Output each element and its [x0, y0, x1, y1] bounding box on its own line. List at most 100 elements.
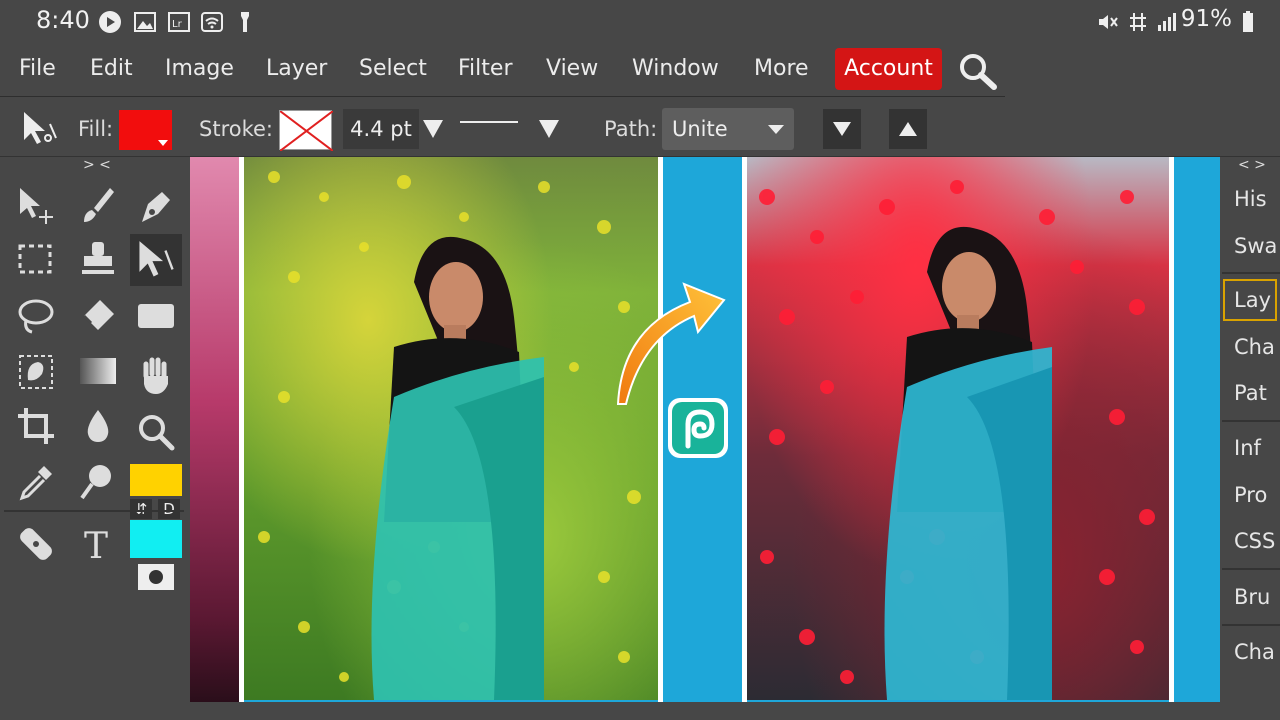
panel-separator [1222, 272, 1280, 274]
default-colors-button[interactable]: D [158, 499, 180, 519]
panel-separator [1222, 568, 1280, 570]
dodge-icon [80, 465, 111, 500]
foreground-color-swatch[interactable] [130, 464, 182, 496]
photo-after [747, 157, 1169, 700]
account-button[interactable]: Account [835, 48, 942, 90]
eraser-tool[interactable] [76, 294, 120, 338]
blur-tool[interactable] [76, 404, 120, 448]
zoom-tool[interactable] [134, 410, 178, 454]
triangle-up-icon [899, 122, 917, 136]
panel-tab-swatches[interactable]: Swa [1234, 234, 1277, 258]
panel-separator [1222, 420, 1280, 422]
menu-view[interactable]: View [546, 56, 598, 81]
dodge-tool[interactable] [76, 460, 120, 504]
photopea-logo-icon [668, 398, 728, 458]
stroke-label: Stroke: [199, 117, 273, 141]
status-time: 8:40 [36, 6, 90, 34]
panel-tab-layers[interactable]: Lay [1234, 288, 1271, 312]
right-panel-collapse[interactable]: < > [1238, 157, 1266, 173]
direct-select-tool[interactable] [130, 234, 182, 286]
brush-icon [84, 188, 114, 222]
pen-tool[interactable] [134, 184, 178, 228]
path-mode-value: Unite [672, 117, 728, 141]
battery-percent: 91% [1180, 6, 1232, 32]
battery-icon [1243, 11, 1253, 32]
stamp-tool[interactable] [76, 238, 120, 282]
stroke-width-dropdown-icon[interactable] [423, 120, 443, 138]
canvas-divider [1169, 157, 1174, 702]
panel-tab-channels[interactable]: Cha [1234, 335, 1275, 359]
swap-colors-button[interactable]: ⇵ [130, 499, 152, 519]
eyedropper-tool[interactable] [14, 460, 58, 504]
brush-tool[interactable] [76, 184, 120, 228]
stroke-style-dropdown-icon[interactable] [539, 120, 559, 138]
move-down-button[interactable] [823, 109, 861, 149]
text-tool[interactable]: T [76, 522, 120, 567]
fill-color-swatch[interactable] [119, 110, 172, 150]
quick-mask-button[interactable] [138, 564, 174, 590]
triangle-down-icon [833, 122, 851, 136]
mute-icon [1099, 15, 1118, 29]
menu-filter[interactable]: Filter [458, 56, 512, 81]
flashlight-icon [241, 12, 249, 32]
menu-layer[interactable]: Layer [266, 56, 327, 81]
menu-image[interactable]: Image [165, 56, 234, 81]
menu-window[interactable]: Window [632, 56, 719, 81]
panel-tab-info[interactable]: Inf [1234, 436, 1261, 460]
lasso-icon [18, 299, 54, 334]
fill-label: Fill: [78, 117, 114, 141]
stroke-width-field[interactable]: 4.4 pt [343, 109, 419, 149]
panel-tab-css[interactable]: CSS [1234, 529, 1275, 553]
menu-select[interactable]: Select [359, 56, 427, 81]
droplet-icon [87, 410, 109, 442]
panel-tab-brush[interactable]: Bru [1234, 585, 1270, 609]
direct-select-icon [24, 112, 57, 144]
panel-tab-history[interactable]: His [1234, 187, 1267, 211]
quick-select-tool[interactable] [14, 350, 58, 394]
crop-tool[interactable] [14, 404, 58, 448]
panel-tab-paths[interactable]: Pat [1234, 381, 1267, 405]
youtube-icon [99, 11, 121, 33]
tool-divider [4, 510, 184, 512]
menu-edit[interactable]: Edit [90, 56, 133, 81]
photo-before-illustration [258, 171, 641, 700]
stroke-style-line-icon[interactable] [460, 118, 518, 126]
gradient-icon [80, 358, 116, 384]
mask-icon [149, 570, 163, 584]
path-mode-select[interactable]: Unite [662, 108, 794, 150]
direct-select-icon [139, 241, 174, 277]
move-up-button[interactable] [889, 109, 927, 149]
magnifier-icon [139, 415, 175, 451]
bandage-icon [20, 528, 52, 560]
svg-text:T: T [84, 526, 108, 566]
hand-tool[interactable] [134, 354, 178, 398]
stamp-icon [82, 242, 114, 274]
background-color-swatch[interactable] [130, 520, 182, 558]
move-tool[interactable] [14, 184, 58, 228]
shape-tool[interactable] [134, 294, 178, 338]
eraser-icon [82, 300, 114, 330]
rectangle-icon [138, 304, 174, 328]
no-color-icon [280, 111, 333, 151]
status-bar: 8:40 Lr 91% [0, 0, 1280, 44]
gallery-icon [134, 12, 156, 32]
signal-icon [1158, 13, 1176, 31]
marquee-icon [18, 244, 52, 274]
search-icon[interactable] [958, 52, 998, 90]
photo-after-illustration [759, 180, 1155, 700]
canvas-divider [658, 157, 663, 702]
pen-icon [142, 192, 170, 222]
wifi-icon [201, 12, 223, 32]
lasso-tool[interactable] [14, 294, 58, 338]
stroke-color-swatch[interactable] [279, 110, 333, 151]
tool-panel-collapse[interactable]: > < [83, 157, 111, 173]
panel-tab-properties[interactable]: Pro [1234, 483, 1267, 507]
gradient-tool[interactable] [76, 350, 120, 394]
quick-select-icon [19, 355, 53, 389]
panel-tab-character[interactable]: Cha [1234, 640, 1275, 664]
menu-more[interactable]: More [754, 56, 809, 81]
marquee-tool[interactable] [14, 238, 58, 282]
menu-file[interactable]: File [19, 56, 56, 81]
arrow-icon [616, 282, 726, 405]
healing-tool[interactable] [14, 522, 58, 566]
